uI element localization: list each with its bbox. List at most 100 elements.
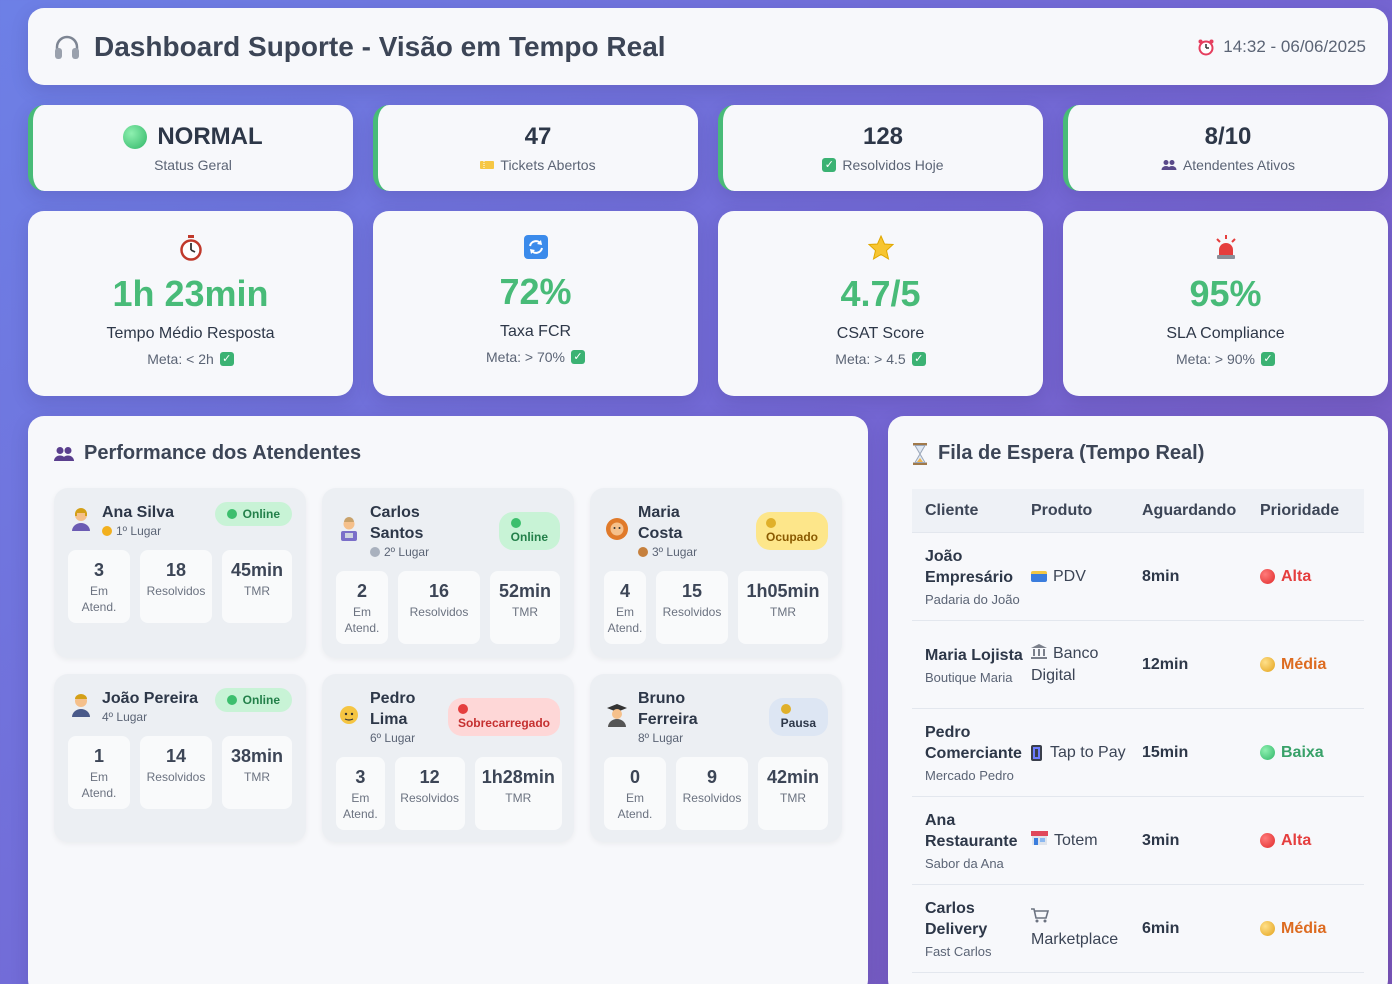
metric-resolvidos: 12 Resolvidos bbox=[394, 757, 465, 830]
table-row[interactable]: Ana Restaurante Sabor da Ana Totem 3min A… bbox=[912, 797, 1364, 885]
kpi-card-tmr: 1h 23min Tempo Médio Resposta Meta: < 2h… bbox=[28, 211, 353, 396]
check-icon: ✓ bbox=[911, 352, 926, 366]
stopwatch-icon bbox=[179, 235, 203, 261]
agent-rank: 6º Lugar bbox=[370, 731, 416, 745]
agent-card-ana-silva[interactable]: Ana Silva 1º Lugar Online 3 Em Atend. 18 R… bbox=[54, 488, 306, 658]
people-icon bbox=[54, 446, 74, 462]
table-row[interactable]: Carlos Delivery Fast Carlos Marketplace 6… bbox=[912, 885, 1364, 973]
agent-card-maria-costa[interactable]: Maria Costa 3º Lugar Ocupado 4 Em Atend. … bbox=[590, 488, 842, 658]
performance-panel: Performance dos Atendentes Ana Silva 1º … bbox=[28, 416, 868, 984]
status-card-tickets: 47 Tickets Abertos bbox=[373, 105, 698, 191]
waiting-time: 6min bbox=[1142, 919, 1180, 937]
metric-resolvidos: 18 Resolvidos bbox=[140, 550, 212, 623]
status-badge: Ocupado bbox=[755, 512, 828, 550]
metric-resolvidos: 9 Resolvidos bbox=[676, 757, 748, 830]
agent-name: João Pereira bbox=[102, 690, 199, 707]
metric-em-atend: 2 Em Atend. bbox=[336, 571, 388, 644]
priority-dot-icon bbox=[1260, 745, 1275, 760]
metric-tmr: 1h28min TMR bbox=[474, 757, 562, 830]
resolvidos-value: 128 bbox=[862, 123, 904, 150]
column-header-cliente: Cliente bbox=[925, 501, 979, 519]
datetime-text: 14:32 - 06/06/2025 bbox=[1223, 36, 1366, 56]
agent-card-bruno-ferreira[interactable]: Bruno Ferreira 8º Lugar Pausa 0 Em Atend.… bbox=[590, 674, 842, 842]
kpi-csat-label: CSAT Score bbox=[836, 325, 925, 342]
column-header-prioridade: Prioridade bbox=[1260, 501, 1340, 519]
metric-resolvidos: 16 Resolvidos bbox=[398, 571, 480, 644]
check-icon: ✓ bbox=[219, 352, 234, 366]
metric-em-atend: 4 Em Atend. bbox=[604, 571, 646, 644]
phone-icon bbox=[1031, 744, 1042, 761]
check-icon: ✓ bbox=[571, 350, 585, 364]
client-company: Padaria do João bbox=[925, 592, 1020, 607]
agent-name: Maria Costa bbox=[638, 504, 683, 542]
product-name: Totem bbox=[1054, 831, 1098, 849]
hourglass-icon bbox=[912, 442, 928, 465]
priority-dot-icon bbox=[1260, 569, 1275, 584]
avatar bbox=[336, 516, 362, 542]
status-card-atendentes: 8/10 Atendentes Ativos bbox=[1063, 105, 1388, 191]
kpi-tmr-label: Tempo Médio Resposta bbox=[106, 325, 275, 342]
avatar bbox=[68, 692, 94, 718]
client-company: Fast Carlos bbox=[925, 944, 992, 959]
check-icon: ✓ bbox=[1261, 352, 1275, 366]
table-row[interactable]: João Empresário Padaria do João PDV 8min … bbox=[912, 533, 1364, 621]
client-name: Ana Restaurante bbox=[925, 812, 1018, 850]
client-name: Maria Lojista bbox=[925, 646, 1023, 664]
kpi-card-fcr: 72% Taxa FCR Meta: > 70% ✓ bbox=[373, 211, 698, 396]
metric-em-atend: 0 Em Atend. bbox=[604, 757, 666, 830]
agent-card-joao-pereira[interactable]: João Pereira 4º Lugar Online 1 Em Atend. … bbox=[54, 674, 306, 842]
atendentes-label: Atendentes Ativos bbox=[1182, 157, 1296, 173]
waiting-time: 12min bbox=[1142, 655, 1189, 673]
metric-resolvidos: 14 Resolvidos bbox=[140, 736, 212, 809]
priority-dot-icon bbox=[1260, 657, 1275, 672]
product-name: Marketplace bbox=[1031, 930, 1119, 948]
client-name: Carlos Delivery bbox=[925, 900, 988, 938]
metric-em-atend: 3 Em Atend. bbox=[68, 550, 130, 623]
store-icon bbox=[1031, 830, 1048, 851]
agent-rank: 8º Lugar bbox=[638, 731, 684, 745]
metric-tmr: 45min TMR bbox=[222, 550, 292, 623]
table-row[interactable]: Pedro Comerciante Mercado Pedro Tap to Pa… bbox=[912, 709, 1364, 797]
star-icon bbox=[867, 235, 894, 261]
resolvidos-label: Resolvidos Hoje bbox=[842, 157, 944, 173]
kpi-sla-value: 95% bbox=[1189, 273, 1262, 314]
queue-panel: Fila de Espera (Tempo Real) Cliente Prod… bbox=[888, 416, 1388, 984]
metric-resolvidos: 15 Resolvidos bbox=[656, 571, 728, 644]
atendentes-value: 8/10 bbox=[1204, 123, 1252, 150]
status-badge: Online bbox=[498, 512, 560, 550]
ticket-icon bbox=[480, 160, 495, 170]
bank-icon bbox=[1031, 643, 1047, 665]
metric-em-atend: 1 Em Atend. bbox=[68, 736, 130, 809]
client-name: Pedro Comerciante bbox=[925, 724, 1022, 762]
avatar bbox=[604, 516, 630, 542]
metric-tmr: 52min TMR bbox=[490, 571, 560, 644]
agent-name: Ana Silva bbox=[102, 504, 175, 521]
queue-title: Fila de Espera (Tempo Real) bbox=[938, 442, 1205, 464]
kpi-card-sla: 95% SLA Compliance Meta: > 90% ✓ bbox=[1063, 211, 1388, 396]
dashboard-header: Dashboard Suporte - Visão em Tempo Real … bbox=[28, 8, 1388, 85]
page-title: Dashboard Suporte - Visão em Tempo Real bbox=[94, 30, 666, 62]
agent-name: Pedro Lima bbox=[370, 690, 416, 728]
queue-title-group: Fila de Espera (Tempo Real) bbox=[912, 442, 1364, 465]
performance-title: Performance dos Atendentes bbox=[84, 442, 362, 464]
alarm-clock-icon bbox=[1197, 38, 1215, 56]
agent-rank: 1º Lugar bbox=[116, 524, 162, 538]
status-label: Status Geral bbox=[154, 157, 232, 173]
priority-badge: Baixa bbox=[1260, 744, 1364, 762]
table-header: Cliente Produto Aguardando Prioridade bbox=[912, 489, 1364, 533]
priority-badge: Média bbox=[1260, 656, 1364, 674]
tickets-label: Tickets Abertos bbox=[500, 157, 596, 173]
datetime-display: 14:32 - 06/06/2025 bbox=[1197, 37, 1366, 57]
kpi-tmr-meta: Meta: < 2h bbox=[147, 351, 214, 367]
status-card-geral: NORMAL Status Geral bbox=[28, 105, 353, 191]
client-name: João Empresário bbox=[925, 548, 1014, 586]
agent-card-carlos-santos[interactable]: Carlos Santos 2º Lugar Online 2 Em Atend.… bbox=[322, 488, 574, 658]
product-name: Tap to Pay bbox=[1050, 744, 1126, 761]
headphones-icon bbox=[52, 32, 82, 62]
kpi-card-csat: 4.7/5 CSAT Score Meta: > 4.5 ✓ bbox=[718, 211, 1043, 396]
metric-tmr: 42min TMR bbox=[758, 757, 828, 830]
kpi-sla-label: SLA Compliance bbox=[1166, 325, 1285, 342]
agent-card-pedro-lima[interactable]: Pedro Lima 6º Lugar Sobrecarregado 3 Em A… bbox=[322, 674, 574, 842]
status-value: NORMAL bbox=[157, 123, 263, 150]
table-row[interactable]: Maria Lojista Boutique Maria Banco Digita… bbox=[912, 621, 1364, 709]
